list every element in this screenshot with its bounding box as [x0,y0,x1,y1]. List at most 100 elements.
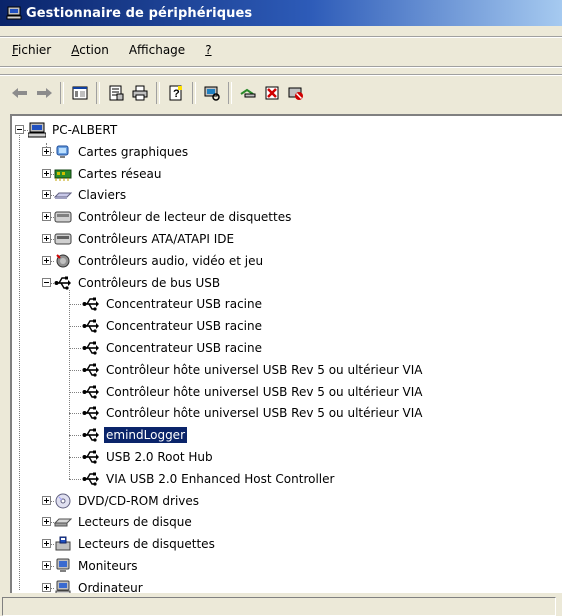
tree-item-label: Contrôleurs ATA/ATAPI IDE [78,232,235,246]
floppy-controller-icon [54,209,72,225]
expand-toggle[interactable] [42,539,51,548]
tree-device[interactable]: Contrôleur hôte universel USB Rev 5 ou u… [82,381,424,403]
tree-guide-line [69,290,70,479]
monitor-icon [54,558,72,574]
scan-hardware-button[interactable] [200,82,224,104]
tree-device[interactable]: Contrôleur hôte universel USB Rev 5 ou u… [82,359,424,381]
usb-icon [82,449,100,465]
properties-icon [109,85,124,101]
tree-category[interactable]: Moniteurs [54,555,140,577]
tree-item-label: Lecteurs de disque [78,515,192,530]
tree-category[interactable]: Contrôleurs audio, vidéo et jeu [54,250,265,272]
toolbar-separator [60,82,64,104]
collapse-toggle[interactable] [42,278,51,287]
menu-bar: Fichier Action Affichage ? [0,40,562,60]
menubar-top-divider [0,36,562,38]
expand-toggle[interactable] [42,517,51,526]
tree-item-label: Ordinateur [78,580,143,593]
display-adapter-icon [54,144,72,160]
tree-device[interactable]: USB 2.0 Root Hub [82,446,215,468]
tree-root-pc[interactable]: PC-ALBERT [28,119,119,141]
tree-device[interactable]: emindLogger [82,424,188,446]
status-pane [2,597,556,616]
usb-icon [82,340,100,356]
tree-device[interactable]: Contrôleur hôte universel USB Rev 5 ou u… [82,402,424,424]
help-button[interactable]: ? [164,82,188,104]
scan-hardware-icon [204,86,220,101]
expand-toggle[interactable] [42,190,51,199]
back-button[interactable] [8,82,32,104]
expand-toggle[interactable] [42,583,51,592]
computer-manager-icon [6,6,22,20]
usb-icon [82,471,100,487]
tree-item-label: Cartes graphiques [78,144,189,159]
tree-guide-line [69,392,81,393]
collapse-toggle[interactable] [15,125,24,134]
print-button[interactable] [128,82,152,104]
tree-guide-line [69,370,81,371]
usb-icon [82,427,100,443]
properties-button[interactable] [104,82,128,104]
back-arrow-icon [12,88,27,98]
tree-item-label: emindLogger [103,426,188,445]
tree-category[interactable]: Lecteurs de disquettes [54,533,217,555]
help-icon: ? [169,85,182,101]
tree-category[interactable]: DVD/CD-ROM drives [54,490,201,512]
tree-item-label: VIA USB 2.0 Enhanced Host Controller [106,471,335,486]
menu-fichier[interactable]: Fichier [0,43,58,57]
disable-button[interactable] [284,82,308,104]
tree-device[interactable]: Concentrateur USB racine [82,315,264,337]
menu-affichage[interactable]: Affichage [116,43,192,57]
tree-device[interactable]: Concentrateur USB racine [82,293,264,315]
tree-guide-line [69,348,81,349]
tree-item-label: Lecteurs de disquettes [78,537,215,552]
tree-category[interactable]: Cartes réseau [54,163,163,185]
title-bar[interactable]: Gestionnaire de périphériques [0,0,562,26]
computer-icon [54,580,72,593]
tree-category[interactable]: Cartes graphiques [54,141,190,163]
update-driver-button[interactable] [236,82,260,104]
expand-toggle[interactable] [42,212,51,221]
menu-action[interactable]: Action [58,43,116,57]
tree-item-label: Concentrateur USB racine [106,341,262,355]
expand-toggle[interactable] [42,234,51,243]
console-tree-icon [72,86,88,100]
tree-guide-line [69,435,81,436]
disk-drive-icon [54,514,72,530]
tree-item-label: USB 2.0 Root Hub [106,450,213,464]
expand-toggle[interactable] [42,169,51,178]
status-bar [0,594,562,616]
tree-guide-line [69,413,81,414]
tree-item-label: Contrôleur hôte universel USB Rev 5 ou u… [106,384,423,399]
tree-item-label: Contrôleurs audio, vidéo et jeu [78,253,264,268]
expand-toggle[interactable] [42,147,51,156]
tree-category[interactable]: Contrôleur de lecteur de disquettes [54,206,293,228]
expand-toggle[interactable] [42,256,51,265]
toolbar-top-divider [0,74,562,76]
expand-toggle[interactable] [42,561,51,570]
tree-device[interactable]: Concentrateur USB racine [82,337,264,359]
show-hide-tree-button[interactable] [68,82,92,104]
disable-icon [288,87,303,100]
device-tree[interactable]: PC-ALBERT Cartes graphiques Cartes réseau C… [12,116,562,593]
tree-category[interactable]: Contrôleurs ATA/ATAPI IDE [54,228,236,250]
toolbar: ? [0,77,562,109]
tree-item-label: Contrôleur de lecteur de disquettes [78,210,292,225]
device-tree-pane[interactable]: PC-ALBERT Cartes graphiques Cartes réseau C… [10,114,562,593]
tree-category[interactable]: Lecteurs de disque [54,511,194,533]
tree-category[interactable]: Ordinateur [54,577,145,593]
computer-root-icon [28,122,46,138]
uninstall-button[interactable] [260,82,284,104]
forward-button[interactable] [32,82,56,104]
network-card-icon [54,166,72,182]
toolbar-separator [228,82,232,104]
floppy-drive-icon [54,536,72,552]
tree-category[interactable]: Claviers [54,184,128,206]
expand-toggle[interactable] [42,496,51,505]
tree-item-label: Claviers [78,188,127,203]
tree-device[interactable]: VIA USB 2.0 Enhanced Host Controller [82,468,336,490]
tree-item-label: Concentrateur USB racine [106,297,262,312]
menu-help[interactable]: ? [192,43,218,57]
tree-category[interactable]: Contrôleurs de bus USB [54,272,222,294]
window-title: Gestionnaire de périphériques [26,5,253,21]
